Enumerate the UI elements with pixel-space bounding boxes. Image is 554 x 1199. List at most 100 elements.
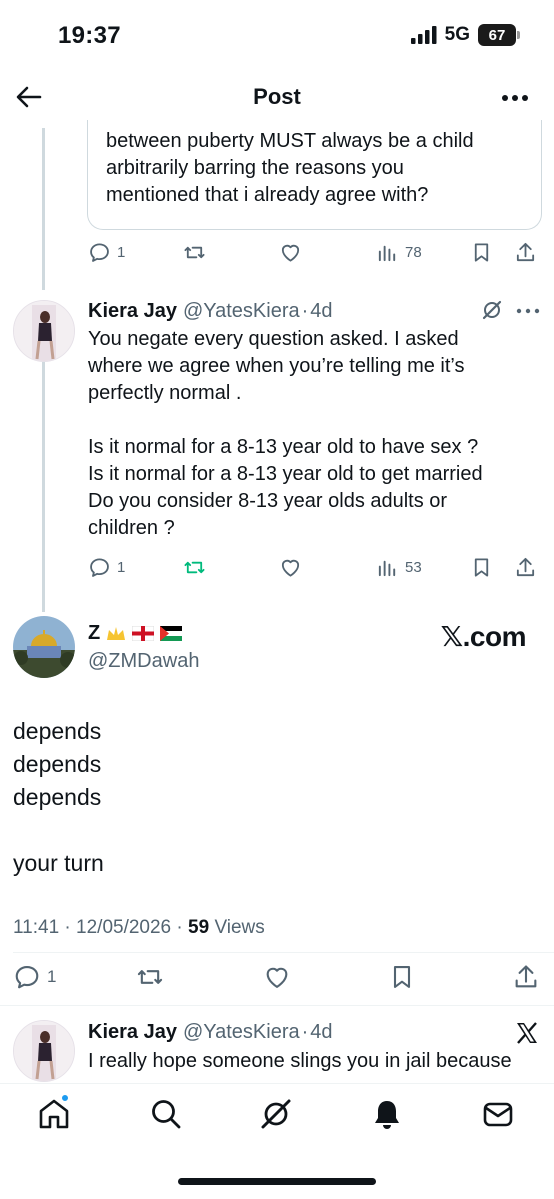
heart-icon [281, 244, 300, 262]
reply-icon [90, 243, 109, 262]
heart-icon [266, 967, 288, 988]
author-line: Kiera Jay @YatesKiera · 4d [88, 300, 333, 323]
status-time: 19:37 [58, 22, 121, 49]
thread-line [42, 362, 45, 612]
author-name[interactable]: Kiera Jay [88, 300, 177, 323]
bar-chart-icon [378, 560, 396, 577]
bookmark-icon [474, 243, 489, 262]
author-handle[interactable]: @ZMDawah [88, 650, 199, 673]
post-time: 4d [310, 300, 333, 322]
battery-icon: 67 [478, 24, 520, 46]
post-meta: 11:41 · 12/05/2026 · 59 Views [13, 917, 265, 939]
author-handle[interactable]: @YatesKiera [183, 1021, 300, 1044]
post-text: depends depends depends your turn [13, 718, 104, 876]
more-options-button[interactable] [516, 308, 540, 314]
home-indicator [178, 1178, 376, 1185]
status-indicators: 5G 67 [410, 24, 520, 46]
share-button[interactable] [512, 963, 540, 991]
page-title: Post [253, 84, 301, 109]
notification-dot [60, 1093, 70, 1103]
share-icon [516, 557, 535, 577]
avatar[interactable] [13, 616, 75, 678]
signal-icon [410, 26, 437, 44]
bookmark-button[interactable] [470, 241, 493, 264]
grok-icon [261, 1099, 291, 1129]
author-handle[interactable]: @YatesKiera [183, 300, 300, 323]
notifications-icon [375, 1101, 399, 1129]
bookmark-icon [393, 966, 411, 988]
england-flag-icon [132, 626, 155, 641]
nav-home[interactable] [37, 1093, 71, 1131]
share-button[interactable] [514, 241, 537, 264]
post-time: 11:41 [13, 917, 60, 938]
grok-icon [482, 300, 502, 320]
heart-icon [281, 559, 300, 577]
bar-chart-icon [378, 245, 396, 262]
like-button[interactable] [263, 963, 291, 991]
reply-text: I really hope someone slings you in jail… [88, 1050, 512, 1072]
separator: · [176, 917, 183, 938]
nav-grok[interactable] [259, 1097, 293, 1131]
more-icon [516, 308, 540, 314]
reply-count: 1 [47, 967, 57, 986]
repost-button[interactable] [136, 963, 164, 991]
avatar[interactable] [13, 1020, 75, 1082]
more-icon [502, 95, 528, 101]
view-count: 78 [405, 244, 422, 261]
quoted-post-text: between puberty MUST always be a child a… [106, 130, 474, 206]
avatar[interactable] [13, 300, 75, 362]
repost-icon [184, 561, 205, 574]
views-button[interactable]: 53 [376, 556, 422, 579]
share-icon [516, 242, 535, 262]
nav-notifications[interactable] [370, 1097, 404, 1131]
author-line: Kiera Jay @YatesKiera · 4d [88, 1021, 333, 1044]
reply-icon [15, 966, 39, 989]
post-time: 4d [310, 1021, 333, 1043]
x-logo-icon [514, 1020, 540, 1046]
thread-line [42, 128, 45, 290]
repost-icon [184, 246, 205, 259]
profile-photo-icon [14, 1021, 74, 1081]
grok-button[interactable] [480, 298, 504, 322]
view-count: 53 [405, 559, 422, 576]
bookmark-button[interactable] [388, 963, 416, 991]
share-button[interactable] [514, 556, 537, 579]
palestine-flag-icon [160, 626, 183, 641]
like-button[interactable] [279, 556, 302, 579]
search-icon [152, 1100, 181, 1129]
messages-icon [483, 1102, 513, 1127]
x-watermark: 𝕏.com [440, 621, 527, 652]
separator: · [301, 1021, 309, 1043]
views-label: Views [214, 917, 265, 938]
reply-count: 1 [117, 244, 126, 261]
dome-photo-icon [13, 616, 75, 678]
bookmark-icon [474, 558, 489, 577]
separator: · [64, 917, 71, 938]
repost-button[interactable] [183, 241, 206, 264]
reply-icon [90, 558, 109, 577]
reply-count: 1 [117, 559, 126, 576]
network-type: 5G [444, 24, 470, 45]
repost-button[interactable] [183, 556, 206, 579]
separator: · [301, 300, 309, 322]
reply-button[interactable]: 1 [88, 241, 125, 264]
bookmark-button[interactable] [470, 556, 493, 579]
nav-messages[interactable] [481, 1097, 515, 1131]
divider [0, 1005, 554, 1006]
author-name[interactable]: Z [88, 622, 100, 645]
divider [13, 952, 554, 953]
reply-button[interactable]: 1 [13, 963, 56, 991]
views-button[interactable]: 78 [376, 241, 422, 264]
nav-search[interactable] [149, 1097, 183, 1131]
author-name[interactable]: Kiera Jay [88, 1021, 177, 1044]
repost-icon [137, 970, 163, 984]
reply-button[interactable]: 1 [88, 556, 125, 579]
author-line: Z [88, 622, 183, 645]
more-options-button[interactable] [498, 84, 532, 112]
battery-level: 67 [488, 26, 506, 44]
crown-icon [107, 626, 126, 640]
post-date: 12/05/2026 [76, 917, 172, 938]
quoted-post-card[interactable]: between puberty MUST always be a child a… [87, 120, 542, 230]
like-button[interactable] [279, 241, 302, 264]
view-count: 59 [188, 917, 210, 938]
